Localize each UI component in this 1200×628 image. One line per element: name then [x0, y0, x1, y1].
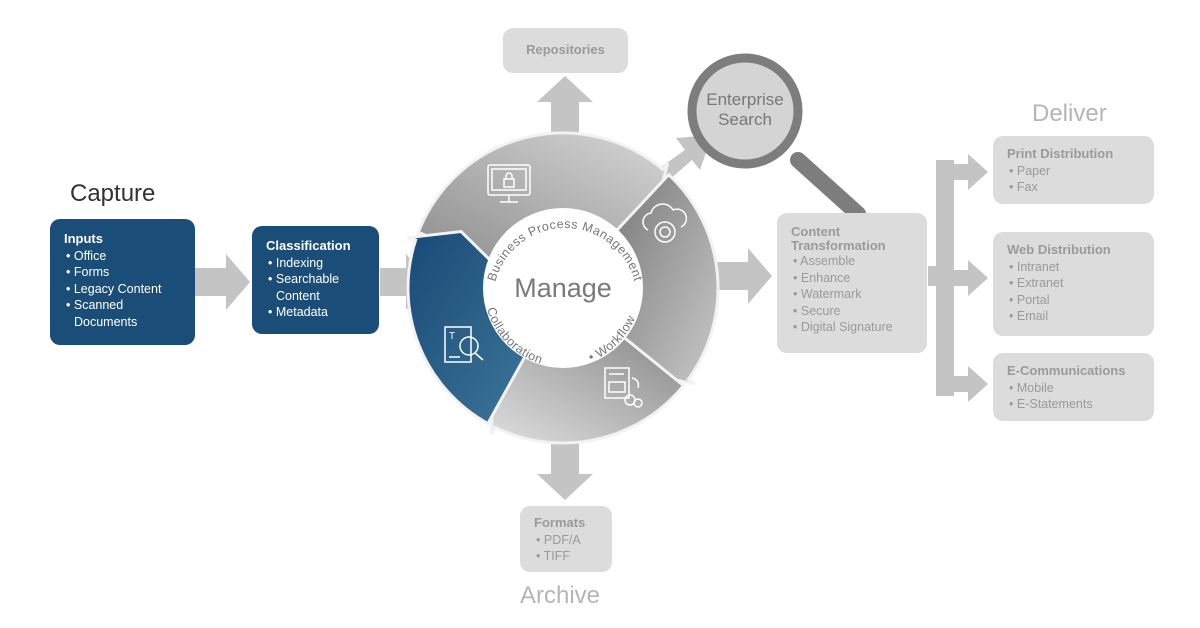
list-item: E-Statements: [1007, 396, 1140, 413]
list-item: Office: [64, 248, 181, 265]
list-item: Intranet: [1007, 259, 1140, 276]
list-item: Metadata: [266, 304, 365, 321]
arrow-manage-to-transformation: [712, 248, 772, 304]
list-item: Watermark: [791, 286, 913, 303]
stage-capture: Capture: [70, 180, 156, 207]
print-distribution-box: Print Distribution PaperFax: [993, 136, 1154, 204]
ecm-diagram: Business Process Management Collaboratio…: [0, 0, 1200, 628]
list-item: Fax: [1007, 179, 1140, 196]
formats-title: Formats: [534, 515, 586, 530]
list-item: Scanned Documents: [64, 297, 144, 330]
manage-label: Manage: [514, 273, 612, 303]
list-item: PDF/A: [534, 532, 598, 549]
list-item: Assemble: [791, 253, 913, 270]
inputs-box: Inputs OfficeFormsLegacy ContentScanned …: [50, 219, 195, 345]
e-communications-title: E-Communications: [1007, 363, 1126, 378]
list-item: Portal: [1007, 292, 1140, 309]
list-item: Digital Signature: [791, 319, 913, 336]
formats-box: Formats PDF/ATIFF: [520, 506, 612, 572]
inputs-title: Inputs: [64, 231, 103, 246]
list-item: Searchable Content: [266, 271, 356, 304]
repositories-box: Repositories: [503, 28, 628, 73]
bracket-vertical: [936, 160, 954, 396]
stage-deliver: Deliver: [1032, 100, 1107, 127]
svg-text:T: T: [449, 331, 455, 342]
web-distribution-title: Web Distribution: [1007, 242, 1111, 257]
arrow-to-print: [954, 154, 988, 190]
list-item: Forms: [64, 264, 181, 281]
arrow-to-formats: [537, 438, 593, 500]
enterprise-search-label: Enterprise Search: [706, 90, 784, 129]
content-transformation-box: Content Transformation AssembleEnhanceWa…: [777, 213, 927, 353]
list-item: TIFF: [534, 548, 598, 565]
arrow-to-ecomm: [954, 366, 988, 402]
list-item: Enhance: [791, 270, 913, 287]
list-item: Indexing: [266, 255, 365, 272]
print-distribution-title: Print Distribution: [1007, 146, 1114, 161]
list-item: Email: [1007, 308, 1140, 325]
list-item: Extranet: [1007, 275, 1140, 292]
arrow-to-repositories: [537, 76, 593, 135]
content-transformation-title: Content Transformation: [791, 224, 886, 253]
e-communications-box: E-Communications MobileE-Statements: [993, 353, 1154, 421]
arrow-to-web: [954, 260, 988, 296]
list-item: Paper: [1007, 163, 1140, 180]
repositories-label: Repositories: [526, 42, 605, 57]
list-item: Mobile: [1007, 380, 1140, 397]
classification-title: Classification: [266, 238, 351, 253]
arrow-inputs-to-classification: [195, 254, 250, 310]
list-item: Secure: [791, 303, 913, 320]
web-distribution-box: Web Distribution IntranetExtranetPortalE…: [993, 232, 1154, 336]
stage-archive: Archive: [520, 582, 601, 609]
classification-box: Classification IndexingSearchable Conten…: [252, 226, 379, 334]
list-item: Legacy Content: [64, 281, 181, 298]
magnifier-icon: [687, 53, 866, 222]
